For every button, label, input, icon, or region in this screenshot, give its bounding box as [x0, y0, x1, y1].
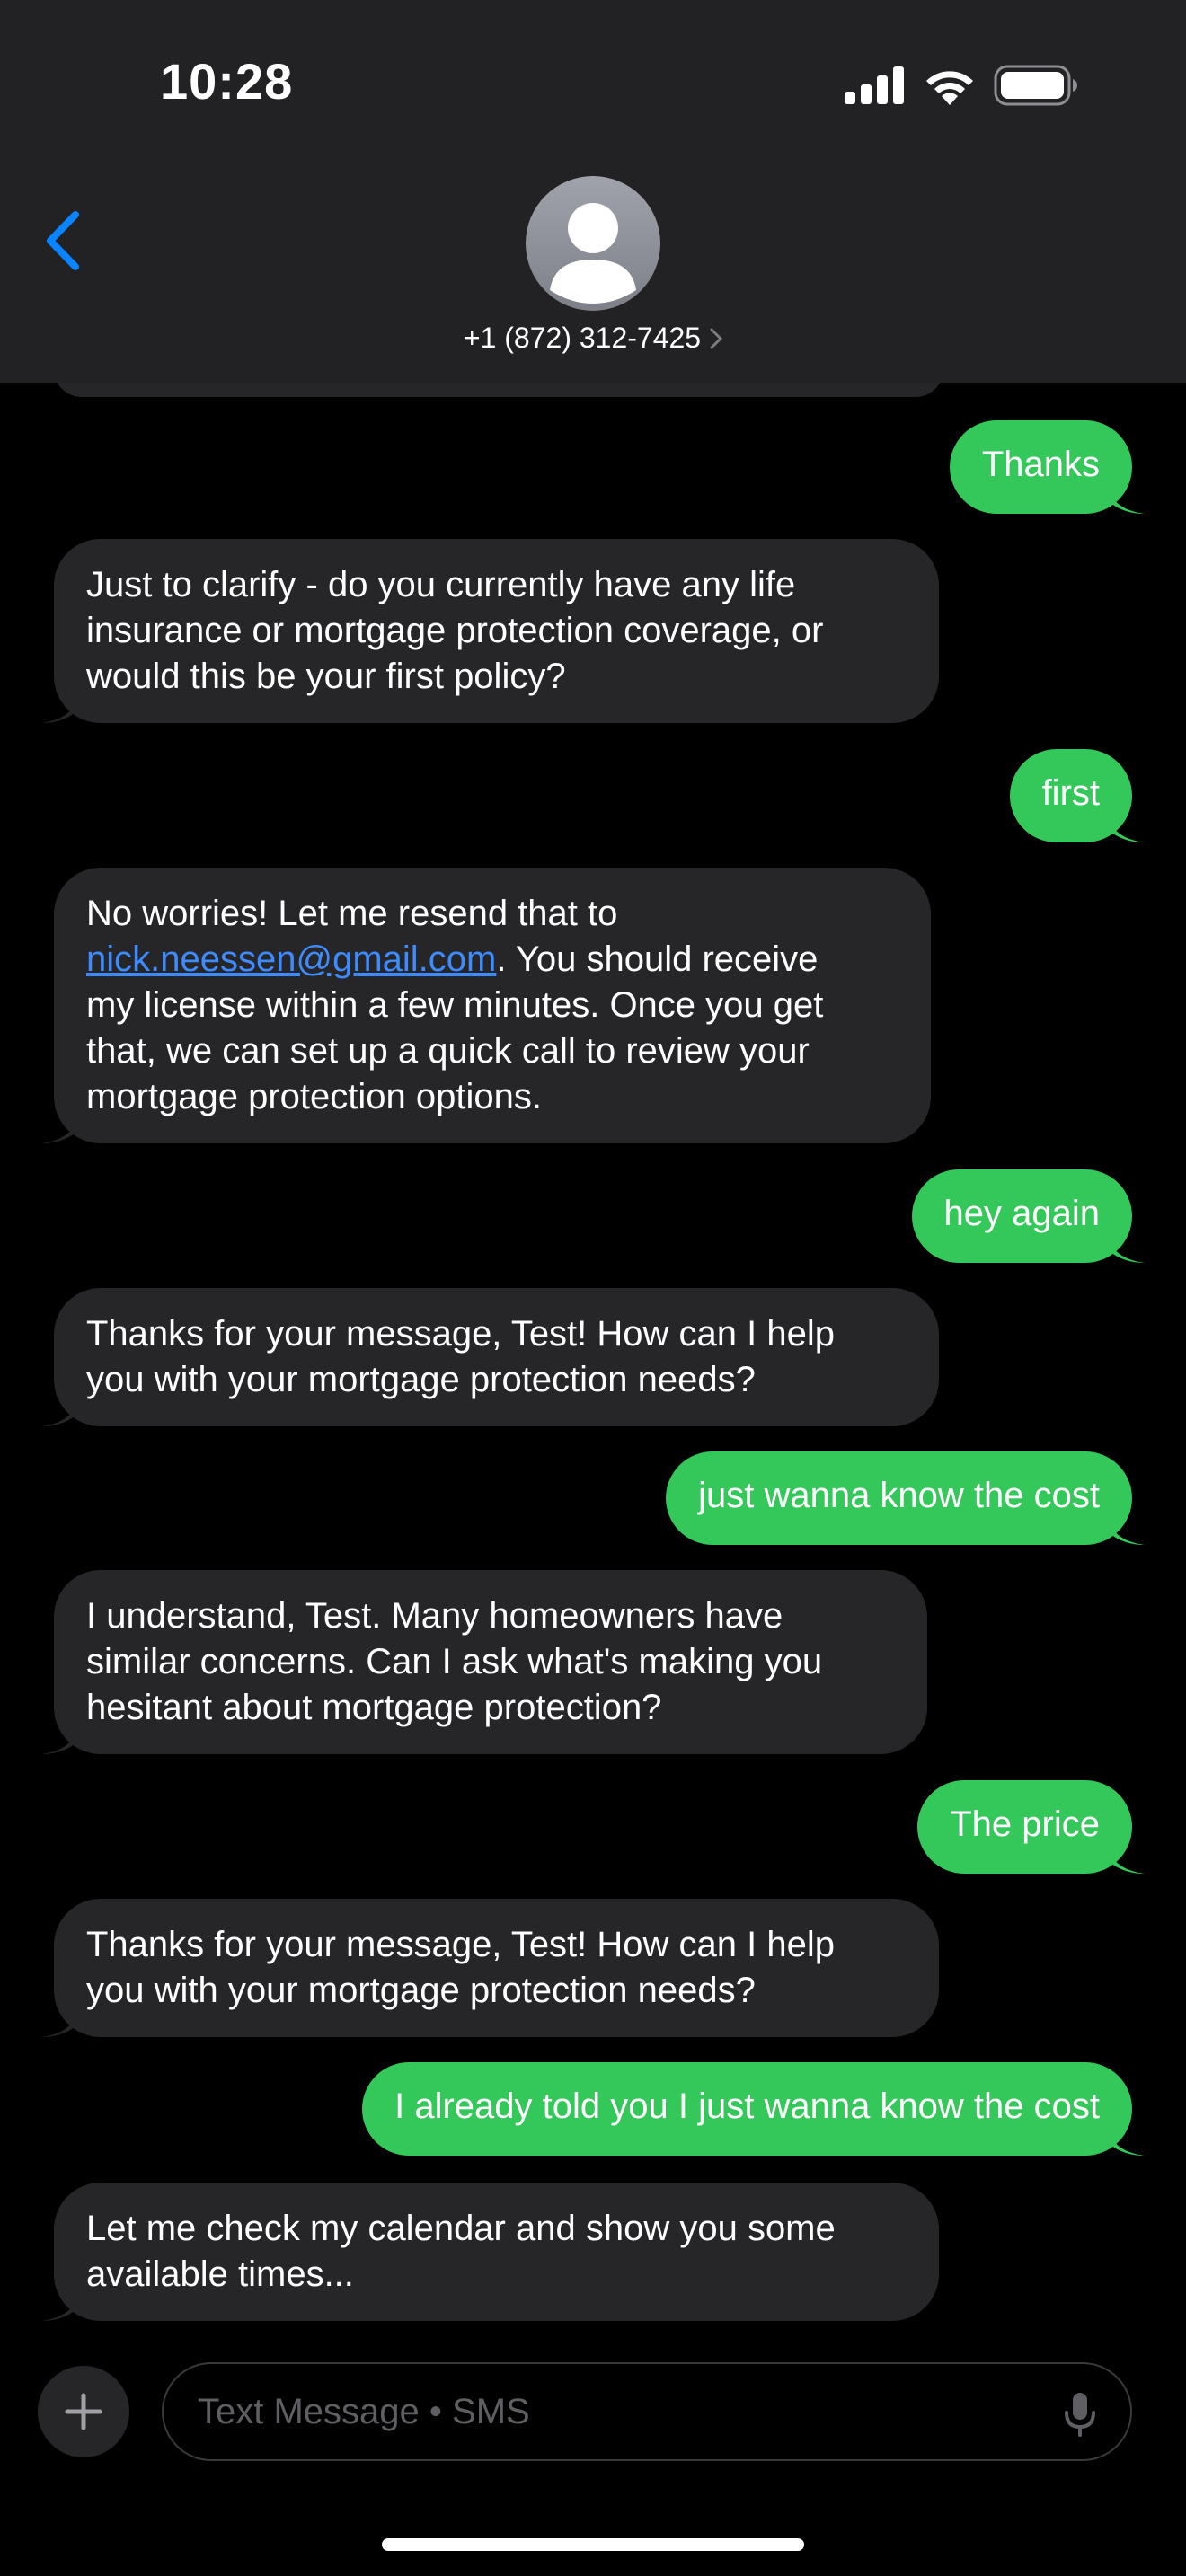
battery-icon	[994, 65, 1077, 106]
messages-screen: Thanks Just to clarify - do you currentl…	[0, 0, 1186, 2576]
message-bubble-incoming[interactable]: Thanks for your message, Test! How can I…	[41, 1899, 939, 2037]
message-text: The price	[950, 1804, 1100, 1844]
cellular-signal-icon	[845, 66, 904, 104]
message-bubble-outgoing[interactable]: hey again	[911, 1169, 1145, 1263]
contact-name: +1 (872) 312-7425	[463, 322, 702, 354]
bubble-tail	[41, 2001, 81, 2037]
message-bubble-incoming[interactable]: I understand, Test. Many homeowners have…	[41, 1570, 927, 1754]
message-text-line: hesitant about mortgage protection?	[86, 1688, 662, 1727]
plus-icon	[65, 2393, 102, 2430]
message-text-line: Let me check my calendar and show you so…	[86, 2209, 836, 2248]
message-bubble-outgoing[interactable]: Thanks	[949, 420, 1145, 514]
message-text-line: available times...	[86, 2254, 354, 2294]
message-text-line: that, we can set up a quick call to revi…	[86, 1031, 810, 1071]
message-input[interactable]: Text Message • SMS	[162, 2362, 1132, 2461]
message-text-line: nick.neessen@gmail.com. You should recei…	[86, 937, 898, 983]
chevron-left-icon	[47, 211, 79, 270]
message-text-line: insurance or mortgage protection coverag…	[86, 611, 824, 650]
microphone-icon[interactable]	[1064, 2391, 1096, 2438]
message-text-line: would this be your first policy?	[86, 657, 566, 696]
message-bubble-outgoing[interactable]: The price	[917, 1780, 1145, 1874]
bubble-tail	[1105, 1838, 1145, 1874]
home-indicator[interactable]	[382, 2538, 804, 2551]
contact-avatar[interactable]	[526, 176, 660, 311]
message-text-line: Thanks for your message, Test! How can I…	[86, 1314, 835, 1354]
message-text: I already told you I just wanna know the…	[394, 2086, 1100, 2126]
message-text-line: Thanks for your message, Test! How can I…	[86, 1925, 835, 1964]
conversation-header: 10:28 +1 (872) 312-7425	[0, 0, 1186, 383]
message-text-line: Just to clarify - do you currently have …	[86, 565, 796, 604]
message-input-placeholder: Text Message • SMS	[198, 2391, 530, 2431]
chevron-right-icon	[710, 328, 723, 348]
message-bubble-incoming[interactable]: No worries! Let me resend that to nick.n…	[41, 868, 931, 1143]
message-text-line: mortgage protection options.	[86, 1077, 542, 1116]
message-bubble-outgoing[interactable]: I already told you I just wanna know the…	[362, 2062, 1145, 2156]
bubble-tail	[41, 1390, 81, 1426]
bubble-tail	[1105, 1509, 1145, 1545]
bubble-tail	[1105, 807, 1145, 842]
bubble-tail	[41, 687, 81, 723]
message-text-line: I understand, Test. Many homeowners have	[86, 1596, 783, 1636]
status-icons	[845, 65, 1078, 106]
message-text: just wanna know the cost	[698, 1476, 1100, 1515]
email-link[interactable]: nick.neessen@gmail.com	[86, 940, 496, 979]
message-text-line: similar concerns. Can I ask what's makin…	[86, 1642, 823, 1681]
message-bubble-incoming[interactable]: Just to clarify - do you currently have …	[41, 539, 939, 723]
bubble-tail	[41, 1107, 81, 1143]
bubble-tail	[1105, 1227, 1145, 1263]
message-bubble-outgoing[interactable]: just wanna know the cost	[666, 1451, 1145, 1545]
message-text: hey again	[943, 1194, 1100, 1233]
message-list[interactable]: Thanks Just to clarify - do you currentl…	[0, 0, 1186, 2576]
message-bubble-incoming[interactable]: Let me check my calendar and show you so…	[41, 2183, 939, 2321]
apps-plus-button[interactable]	[38, 2366, 129, 2457]
message-text: first	[1041, 773, 1100, 813]
bubble-tail	[41, 2285, 81, 2321]
message-bubble-incoming[interactable]: Thanks for your message, Test! How can I…	[41, 1288, 939, 1426]
bubble-tail	[1105, 2120, 1145, 2156]
back-button[interactable]	[36, 205, 90, 277]
message-text-line: you with your mortgage protection needs?	[86, 1971, 756, 2010]
message-text-line: No worries! Let me resend that to	[86, 894, 618, 933]
message-bubble-outgoing[interactable]: first	[1009, 749, 1145, 842]
message-text-line: my license within a few minutes. Once yo…	[86, 985, 824, 1025]
wifi-icon	[926, 71, 973, 105]
message-text-fragment: . You should receive	[496, 940, 819, 979]
message-text-line: you with your mortgage protection needs?	[86, 1360, 756, 1399]
bubble-tail	[1105, 478, 1145, 514]
status-time: 10:28	[160, 53, 294, 110]
contact-info-button[interactable]: +1 (872) 312-7425	[0, 322, 1186, 355]
message-text: Thanks	[981, 445, 1100, 484]
person-silhouette-icon	[550, 203, 636, 304]
bubble-tail	[41, 1718, 81, 1754]
